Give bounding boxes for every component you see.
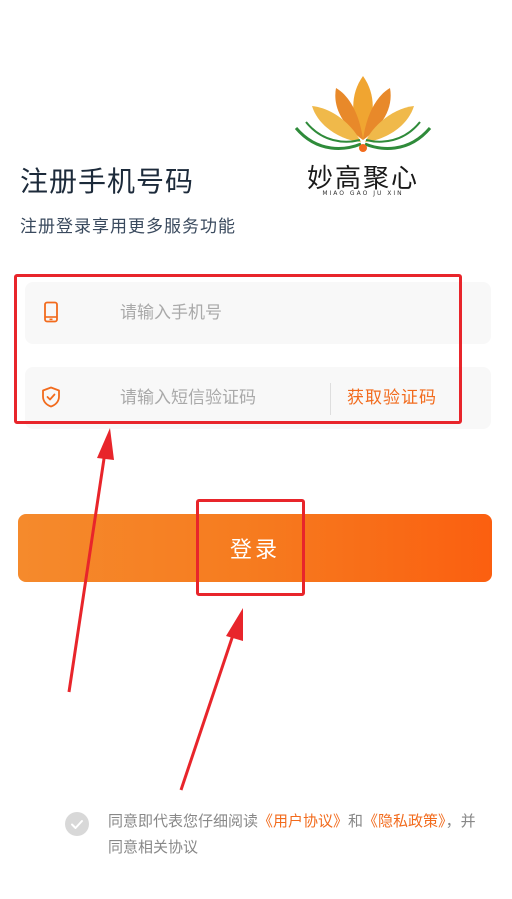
brand-pinyin: MIAO GAO JU XIN (322, 190, 404, 197)
phone-field (25, 282, 491, 344)
lotus-icon (294, 76, 432, 152)
sms-code-field: 获取验证码 (25, 367, 491, 429)
sms-code-input[interactable] (120, 367, 330, 429)
phone-icon (39, 300, 63, 324)
get-code-button[interactable]: 获取验证码 (347, 367, 437, 429)
privacy-policy-link[interactable]: 《隐私政策》 (363, 812, 446, 830)
brand-logo: 妙高聚心 MIAO GAO JU XIN (288, 66, 438, 206)
field-divider (330, 383, 331, 415)
check-icon (71, 820, 83, 829)
annotation-arrow-login (179, 608, 243, 791)
shield-check-icon (39, 385, 63, 409)
login-button[interactable]: 登录 (18, 514, 492, 582)
agreement-prefix: 同意即代表您仔细阅读 (108, 812, 259, 830)
user-agreement-link[interactable]: 《用户协议》 (258, 812, 348, 830)
agree-checkbox[interactable] (65, 812, 89, 836)
phone-input[interactable] (120, 282, 460, 344)
agreement-and: 和 (348, 812, 364, 830)
agreement-text: 同意即代表您仔细阅读《用户协议》和《隐私政策》，并同意相关协议 (108, 808, 488, 860)
page-title: 注册手机号码 (20, 165, 195, 198)
page-subtitle: 注册登录享用更多服务功能 (20, 217, 236, 237)
